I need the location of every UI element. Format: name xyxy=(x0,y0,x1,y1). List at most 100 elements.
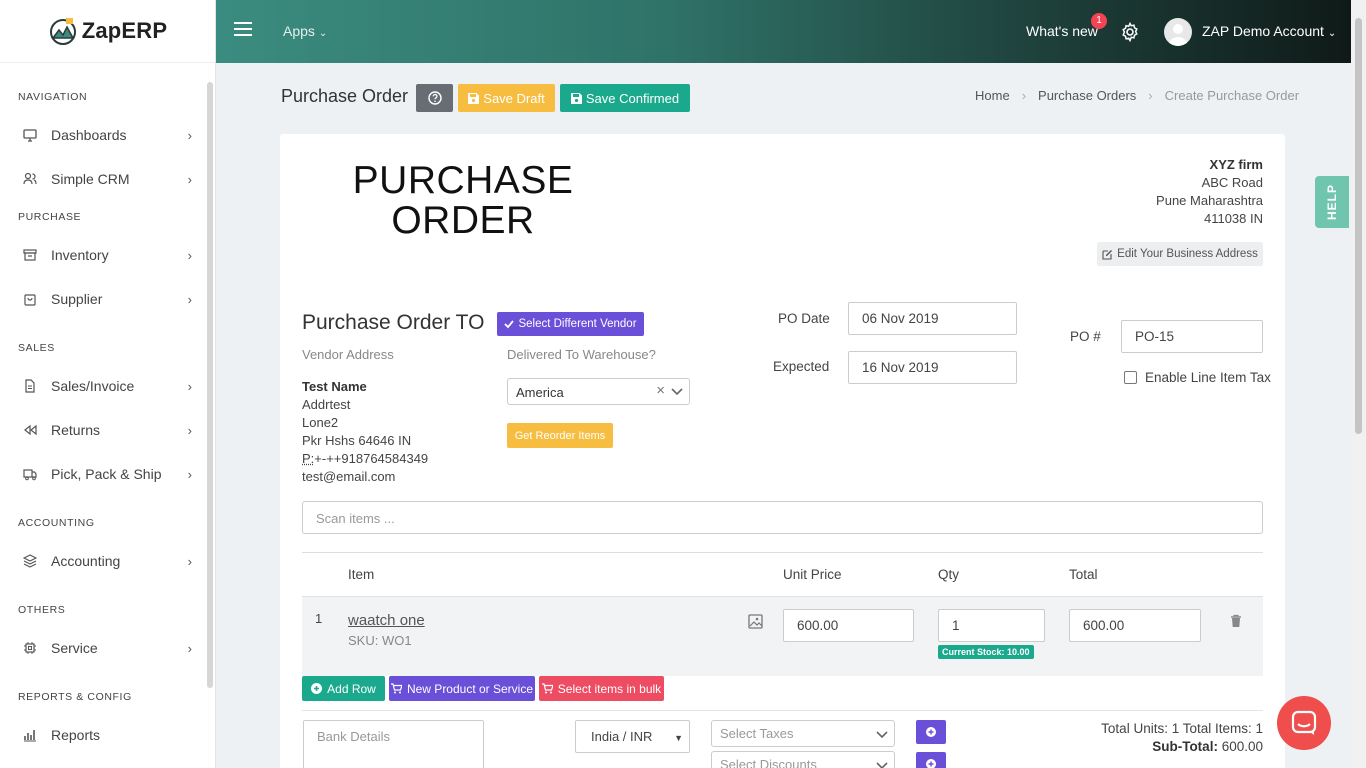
chevron-down-icon xyxy=(876,759,888,768)
select-discounts[interactable]: Select Discounts xyxy=(711,751,895,768)
page-scrollbar[interactable] xyxy=(1351,0,1366,768)
scrollbar-thumb[interactable] xyxy=(1355,18,1362,434)
check-icon xyxy=(504,319,514,329)
clear-icon[interactable]: × xyxy=(656,382,665,399)
help-button[interactable] xyxy=(416,84,453,112)
sidebar-item-label: Accounting xyxy=(51,553,120,569)
subtotal-value: 600.00 xyxy=(1222,739,1263,754)
question-circle-icon xyxy=(428,91,442,105)
sidebar-item-dashboards[interactable]: Dashboards › xyxy=(0,117,206,153)
sidebar-item-pick-pack-ship[interactable]: Pick, Pack & Ship › xyxy=(0,456,206,492)
sidebar: ZapERP NAVIGATION Dashboards › Simple CR… xyxy=(0,0,216,768)
new-product-label: New Product or Service xyxy=(407,682,533,696)
taxes-placeholder: Select Taxes xyxy=(720,726,793,741)
select-vendor-label: Select Different Vendor xyxy=(518,318,636,330)
document-heading-line2: ORDER xyxy=(348,201,578,241)
warehouse-label: Delivered To Warehouse? xyxy=(507,347,656,362)
apps-menu[interactable]: Apps ⌄ xyxy=(283,23,327,39)
vendor-address: Test Name Addrtest Lone2 Pkr Hshs 64646 … xyxy=(302,378,428,486)
trash-icon[interactable] xyxy=(1230,614,1242,628)
save-draft-button[interactable]: Save Draft xyxy=(458,84,555,112)
add-tax-button[interactable] xyxy=(916,720,946,744)
cart-plus-icon xyxy=(542,683,553,694)
total-units-items: Total Units: 1 Total Items: 1 xyxy=(1101,720,1263,738)
breadcrumb: Home › Purchase Orders › Create Purchase… xyxy=(975,88,1299,103)
currency-select[interactable]: India / INR ▼ xyxy=(575,720,690,753)
business-address: XYZ firm ABC Road Pune Maharashtra 41103… xyxy=(1156,156,1263,228)
breadcrumb-separator: › xyxy=(1022,88,1026,103)
rewind-icon xyxy=(22,422,38,438)
add-row-label: Add Row xyxy=(327,682,376,696)
total-input[interactable]: 600.00 xyxy=(1069,609,1201,642)
get-reorder-items-button[interactable]: Get Reorder Items xyxy=(507,423,613,448)
sidebar-item-accounting[interactable]: Accounting › xyxy=(0,543,206,579)
po-number-input[interactable]: PO-15 xyxy=(1121,320,1263,353)
edit-business-address-button[interactable]: Edit Your Business Address xyxy=(1097,242,1263,266)
plus-circle-icon xyxy=(311,683,322,694)
sidebar-item-simple-crm[interactable]: Simple CRM › xyxy=(0,161,206,197)
current-stock-badge: Current Stock: 10.00 xyxy=(938,645,1034,659)
select-bulk-button[interactable]: Select items in bulk xyxy=(539,676,664,701)
breadcrumb-home[interactable]: Home xyxy=(975,88,1010,103)
new-product-button[interactable]: New Product or Service xyxy=(389,676,535,701)
account-menu[interactable]: ZAP Demo Account ⌄ xyxy=(1202,23,1336,39)
logo-icon xyxy=(48,16,78,46)
chevron-right-icon: › xyxy=(188,641,192,656)
po-date-label: PO Date xyxy=(778,311,830,326)
gear-icon[interactable] xyxy=(1120,22,1140,42)
sidebar-item-label: Returns xyxy=(51,422,100,438)
sidebar-item-supplier[interactable]: Supplier › xyxy=(0,281,206,317)
chevron-right-icon: › xyxy=(188,128,192,143)
vendor-line3: Pkr Hshs 64646 IN xyxy=(302,432,428,450)
avatar[interactable] xyxy=(1164,18,1192,46)
select-taxes[interactable]: Select Taxes xyxy=(711,720,895,747)
chevron-right-icon: › xyxy=(188,292,192,307)
save-confirmed-button[interactable]: Save Confirmed xyxy=(560,84,690,112)
chevron-right-icon: › xyxy=(188,248,192,263)
section-sales: SALES xyxy=(0,342,55,354)
layers-icon xyxy=(22,553,38,569)
sidebar-item-sales-invoice[interactable]: Sales/Invoice › xyxy=(0,368,206,404)
help-tab[interactable]: HELP xyxy=(1315,176,1349,228)
add-discount-button[interactable] xyxy=(916,752,946,768)
add-row-button[interactable]: Add Row xyxy=(302,676,385,701)
sidebar-scrollbar[interactable] xyxy=(207,82,213,688)
item-name-link[interactable]: waatch one xyxy=(348,612,425,629)
po-date-input[interactable]: 06 Nov 2019 xyxy=(848,302,1017,335)
divider xyxy=(302,710,1263,711)
section-accounting: ACCOUNTING xyxy=(0,517,95,529)
column-unit-price: Unit Price xyxy=(783,567,842,582)
sidebar-item-service[interactable]: Service › xyxy=(0,630,206,666)
expected-date-input[interactable]: 16 Nov 2019 xyxy=(848,351,1017,384)
document-heading-line1: PURCHASE xyxy=(348,161,578,201)
sidebar-item-returns[interactable]: Returns › xyxy=(0,412,206,448)
select-vendor-button[interactable]: Select Different Vendor xyxy=(497,312,644,336)
users-icon xyxy=(22,171,38,187)
sidebar-item-inventory[interactable]: Inventory › xyxy=(0,237,206,273)
line-item-tax-label[interactable]: Enable Line Item Tax xyxy=(1145,370,1271,385)
whats-new-link[interactable]: What's new xyxy=(1026,23,1098,39)
vendor-line2: Lone2 xyxy=(302,414,428,432)
apps-label: Apps xyxy=(283,23,315,39)
line-item-tax-checkbox[interactable] xyxy=(1124,371,1137,384)
warehouse-select[interactable]: America × xyxy=(507,378,690,405)
vendor-name: Test Name xyxy=(302,378,428,396)
sidebar-item-reports[interactable]: Reports xyxy=(0,717,206,753)
chat-launcher-button[interactable] xyxy=(1277,696,1331,750)
sidebar-item-label: Supplier xyxy=(51,291,102,307)
business-line3: 411038 IN xyxy=(1156,210,1263,228)
po-number-label: PO # xyxy=(1070,329,1101,344)
column-total: Total xyxy=(1069,567,1098,582)
scan-items-input[interactable]: Scan items ... xyxy=(302,501,1263,534)
column-qty: Qty xyxy=(938,567,959,582)
breadcrumb-purchase-orders[interactable]: Purchase Orders xyxy=(1038,88,1136,103)
chevron-right-icon: › xyxy=(188,172,192,187)
chevron-down-icon xyxy=(876,728,888,740)
sidebar-item-label: Inventory xyxy=(51,247,109,263)
unit-price-input[interactable]: 600.00 xyxy=(783,609,914,642)
qty-input[interactable]: 1 xyxy=(938,609,1045,642)
bank-details-input[interactable]: Bank Details xyxy=(303,720,484,768)
app-logo[interactable]: ZapERP xyxy=(0,0,215,63)
menu-icon[interactable] xyxy=(234,22,252,36)
image-icon[interactable] xyxy=(748,614,763,629)
